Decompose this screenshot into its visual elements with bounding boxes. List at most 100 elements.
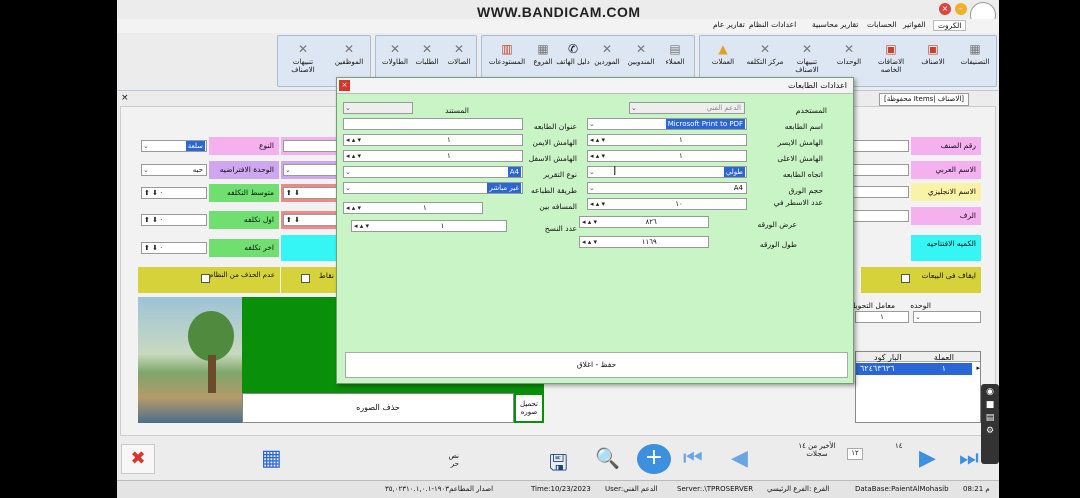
prev-record-button[interactable]: ◀	[731, 446, 748, 471]
status-time: م 08:21	[963, 485, 990, 493]
right-margin-spin[interactable]: ◂ ▴ ▾ ١	[343, 134, 523, 146]
mid-input-1[interactable]	[283, 140, 337, 152]
tree-image-trunk	[208, 355, 216, 393]
close-tab-icon[interactable]: ×	[121, 93, 129, 103]
points-checkbox[interactable]	[301, 274, 310, 283]
delete-image-button[interactable]: حذف الصوره	[242, 393, 514, 423]
menu-cards[interactable]: الكروت	[933, 20, 967, 31]
mid-combo-2[interactable]: ⌄	[283, 164, 337, 176]
camera-icon[interactable]: ◉	[981, 387, 999, 397]
halls-icon: ✕	[453, 42, 465, 56]
table-row[interactable]: ١ ٦٢٤٦٣٦٣٦	[856, 363, 972, 375]
grid-delete-icon: ▦	[261, 446, 282, 471]
menu-invoices[interactable]: الفواتير	[903, 20, 926, 29]
delete-record-button[interactable]: ▦	[261, 446, 282, 471]
stop-sales-checkbox[interactable]	[901, 274, 910, 283]
item-no-label: رقم الصنف	[911, 137, 981, 155]
ribbon-currencies[interactable]: ▲ العملات	[702, 42, 744, 82]
record-counter-text: الأخير من ١٤ سجلات	[798, 442, 836, 458]
prev-icon: ◀	[731, 446, 748, 471]
left-margin-spin[interactable]: ◂ ▴ ▾ ١	[587, 134, 747, 146]
conversion-input[interactable]: ١	[855, 311, 909, 323]
default-unit-combo[interactable]: ⌄ حبه	[141, 164, 207, 176]
close-icon[interactable]: ×	[939, 3, 951, 15]
col-currency: العملة	[933, 353, 954, 362]
printer-name-combo[interactable]: ⌄ Microsoft Print to PDF	[587, 118, 747, 130]
plus-icon: +	[644, 445, 664, 470]
paper-width-label: عرض الورقه	[757, 220, 797, 229]
last-record-button[interactable]: ⏭	[959, 446, 979, 471]
ribbon-cost-center[interactable]: ✕ مركز التكلفه	[744, 42, 786, 82]
recorder-side-toolbar: ◉ ■ ▤ ⚙	[981, 384, 999, 464]
paper-length-spin[interactable]: ◂ ▴ ▾ ١١٦٩	[579, 236, 709, 248]
report-type-combo[interactable]: ⌄ A4	[343, 166, 523, 178]
spacing-spin[interactable]: ◂ ▴ ▾ ١	[343, 202, 483, 214]
ribbon-orders[interactable]: ✕ الطلبات	[410, 42, 444, 82]
save-close-button[interactable]: حفظ - اغلاق	[345, 352, 848, 378]
name-en-label: الاسم الانجليزي	[911, 183, 981, 201]
video-icon[interactable]: ■	[981, 400, 999, 410]
menu-accounts[interactable]: الحسابات	[867, 20, 897, 29]
ribbon-branches[interactable]: ▦ الفروع	[522, 42, 564, 82]
dialog-close-button[interactable]: ×	[339, 80, 350, 91]
unit-combo[interactable]: ⌄	[913, 311, 981, 323]
paper-size-combo[interactable]: ⌄ A4	[587, 182, 747, 194]
ribbon-employees[interactable]: ✕ الموظفين	[328, 42, 370, 82]
ribbon-item-alerts[interactable]: ✕ تنبيهات الاصناف	[786, 42, 828, 82]
bottom-margin-spin[interactable]: ◂ ▴ ▾ ١	[343, 150, 523, 162]
disk-icon: 🖫	[549, 451, 568, 476]
record-total: ١٤	[895, 442, 903, 450]
settings-icon[interactable]: ⚙	[981, 426, 999, 436]
paper-width-spin[interactable]: ◂ ▴ ▾ ٨٢٦	[579, 216, 709, 228]
user-combo[interactable]: ⌄ الدعم الفني	[629, 102, 745, 114]
load-image-button[interactable]: تحميل صوره	[514, 393, 544, 423]
ribbon-categories[interactable]: ▦ التصنيفات	[954, 42, 996, 82]
close-form-button[interactable]: ✖	[121, 444, 155, 474]
type-combo[interactable]: ⌄ سلعة	[141, 140, 207, 152]
ribbon-item-alerts-2[interactable]: ✕ تنبيهات الاصناف	[282, 42, 324, 82]
minimize-icon[interactable]: –	[955, 3, 967, 15]
record-current-input[interactable]: ١٢	[847, 448, 863, 460]
first-record-button[interactable]: ⏮	[683, 446, 703, 471]
rows-count-spin[interactable]: ◂ ▴ ▾ ١٠	[587, 198, 747, 210]
ribbon-units[interactable]: ✕ الوحدات	[828, 42, 870, 82]
document-combo[interactable]: ⌄	[343, 102, 413, 114]
top-margin-spin[interactable]: ◂ ▴ ▾ ١	[587, 150, 747, 162]
ribbon-special-additions[interactable]: ▣ الاضافات الخاصه	[870, 42, 912, 82]
delegates-icon: ✕	[635, 42, 647, 56]
status-version: اصدار المطاعم١٩٠٣-٣٥,٠٢٣١٠.١,٠.١	[385, 485, 494, 493]
opening-qty-label: الكميه الافتتاحيه	[911, 235, 981, 261]
printer-title-input[interactable]	[343, 118, 523, 130]
chat-icon[interactable]: ▤	[981, 413, 999, 423]
employees-icon: ✕	[343, 42, 355, 56]
next-record-button[interactable]: ▶	[919, 446, 936, 471]
branches-icon: ▦	[537, 42, 549, 56]
spacing-label: المسافه بين	[539, 202, 577, 211]
last-cost-spin[interactable]: ⬆ ⬇ ·	[141, 242, 207, 254]
ribbon-halls[interactable]: ✕ الصالات	[442, 42, 476, 82]
mouse-cursor-icon: I	[613, 164, 617, 178]
ribbon-tables[interactable]: ✕ الطاولات	[378, 42, 412, 82]
save-button[interactable]: 🖫	[549, 446, 568, 484]
status-date: Time:10/23/2023	[531, 485, 591, 493]
first-cost-spin[interactable]: ⬆ ⬇ ·	[141, 214, 207, 226]
paper-length-label: طول الورقه	[759, 240, 797, 249]
close-icon: ×	[341, 81, 348, 89]
avg-cost-spin[interactable]: ⬆ ⬇ ·	[141, 187, 207, 199]
print-method-combo[interactable]: ⌄ غير مباشر	[343, 182, 523, 194]
printer-name-label: اسم الطابعه	[784, 122, 823, 131]
ribbon-items[interactable]: ▣ الاصناف	[912, 42, 954, 82]
menu-general-reports[interactable]: تقارير عام	[713, 20, 745, 29]
search-button[interactable]: 🔍	[595, 446, 620, 470]
no-delete-checkbox[interactable]	[201, 274, 210, 283]
add-button[interactable]: +	[637, 444, 671, 474]
ribbon-warehouses[interactable]: ▥ المستودعات	[486, 42, 528, 82]
orientation-combo[interactable]: ⌄ طولي	[587, 166, 747, 178]
copies-spin[interactable]: ◂ ▴ ▾ ١	[351, 220, 507, 232]
menu-system-settings[interactable]: اعدادات النظام	[749, 20, 796, 29]
mid-spin-3[interactable]: ⬆ ⬇	[283, 187, 337, 199]
mid-spin-4[interactable]: ⬆ ⬇	[283, 214, 337, 226]
document-tab[interactable]: [الاصناف |Items محفوظة]	[879, 93, 970, 106]
menu-financial-reports[interactable]: تقارير محاسبية	[812, 20, 858, 29]
rows-count-label: عدد الاسطر في	[773, 198, 823, 207]
